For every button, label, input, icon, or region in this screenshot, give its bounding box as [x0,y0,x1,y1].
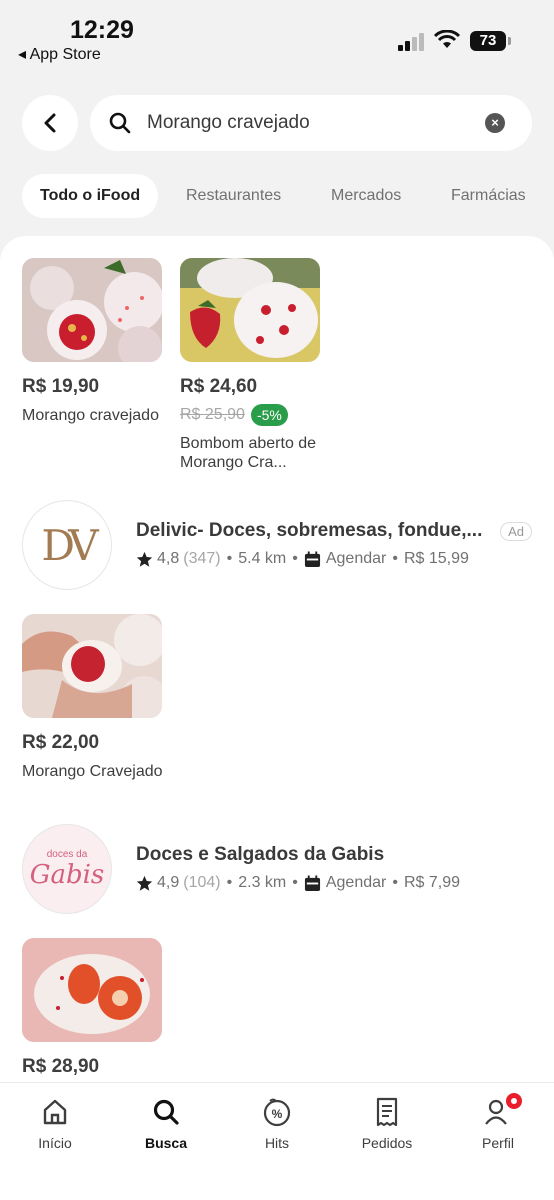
store-row[interactable]: DV Delivic- Doces, sobremesas, fondue,..… [22,500,532,590]
ad-badge: Ad [500,522,532,541]
product-card[interactable]: R$ 28,90 [22,938,162,1078]
nav-label: Busca [144,1135,188,1151]
store-delivery-fee: R$ 7,99 [403,874,460,891]
old-price: R$ 25,90 [180,406,245,423]
calendar-icon [304,874,320,891]
product-name: Morango cravejado [22,407,159,424]
product-price: R$ 24,60 [180,376,258,397]
tab-mercados[interactable]: Mercados [331,174,401,218]
product-image [22,938,162,1042]
store-rating: 4,9 [157,874,180,891]
search-query[interactable]: Morango cravejado [147,112,310,134]
product-name: Bombom aberto de Morango Cra... [180,435,317,471]
old-price-row: R$ 25,90 -5% [180,404,320,426]
nav-inicio[interactable]: Início [15,1095,95,1151]
product-price: R$ 28,90 [22,1056,100,1077]
store-name: Doces e Salgados da Gabis [136,844,385,865]
home-icon [43,1099,67,1125]
star-icon [136,875,153,891]
nav-label: Início [38,1135,72,1151]
product-name: Morango Cravejado [22,763,163,780]
store-row[interactable]: doces da Gabis Doces e Salgados da Gabis… [22,824,532,914]
product-card[interactable]: R$ 19,90 Morango cravejado [22,258,162,425]
battery-cap [508,37,511,45]
search-input[interactable]: Morango cravejado × [90,95,532,151]
percent-badge-icon: % [263,1098,291,1127]
product-price: R$ 22,00 [22,732,100,753]
star-icon [136,551,153,567]
receipt-icon [376,1097,398,1127]
store-meta: 4,9 (104) • 2.3 km • Agendar • R$ 7,99 [136,874,460,892]
product-image [22,614,162,718]
store-delivery-fee: R$ 15,99 [403,550,469,567]
tab-farmacias[interactable]: Farmácias [451,174,526,218]
chevron-left-icon [44,113,56,133]
nav-label: Pedidos [361,1135,413,1151]
nav-label: Perfil [482,1135,514,1151]
product-image [180,258,320,362]
battery-icon: 73 [470,31,506,51]
nav-hits[interactable]: % Hits [237,1095,317,1151]
notification-dot-center [511,1098,517,1104]
back-to-app-store-link[interactable]: ◂ App Store [18,44,101,64]
store-distance: 2.3 km [238,874,287,891]
nav-busca[interactable]: Busca [126,1095,206,1151]
store-distance: 5.4 km [238,550,287,567]
tab-restaurantes[interactable]: Restaurantes [186,174,281,218]
tab-todo-o-ifood[interactable]: Todo o iFood [22,174,159,218]
bottom-nav: Início Busca % Hits Pedidos Perfil [0,1082,554,1200]
cellular-signal-icon [398,33,426,51]
product-card[interactable]: R$ 24,60 R$ 25,90 -5% Bombom aberto de M… [180,258,320,472]
nav-label: Hits [264,1135,290,1151]
wifi-icon [434,30,460,48]
store-schedule: Agendar [325,550,387,567]
discount-badge: -5% [250,404,288,426]
status-time: 12:29 [70,16,134,44]
status-bar: 12:29 ◂ App Store 73 [0,0,554,70]
store-meta: 4,8 (347) • 5.4 km • Agendar • R$ 15,99 [136,550,469,568]
store-logo-small-text: doces da [46,848,88,860]
store-review-count: (104) [183,874,221,891]
store-logo: doces da Gabis [22,824,112,914]
nav-pedidos[interactable]: Pedidos [347,1095,427,1151]
category-tabs: Todo o iFood Restaurantes Mercados Farmá… [0,174,554,218]
store-rating: 4,8 [157,550,180,567]
product-price: R$ 19,90 [22,376,100,397]
nav-perfil[interactable]: Perfil [458,1091,538,1151]
store-logo-text: Gabis [29,859,105,890]
clear-search-icon[interactable]: × [485,113,505,133]
search-icon [109,112,131,134]
product-image [22,258,162,362]
store-name: Delivic- Doces, sobremesas, fondue,... [136,520,483,541]
search-icon [153,1099,179,1125]
back-button[interactable] [22,95,78,151]
product-card[interactable]: R$ 22,00 Morango Cravejado [22,614,163,781]
calendar-icon [304,550,320,567]
svg-text:%: % [272,1107,283,1121]
store-logo: DV [22,500,112,590]
store-schedule: Agendar [325,874,387,891]
store-review-count: (347) [183,550,221,567]
store-logo-text: DV [41,520,98,570]
results-list: R$ 19,90 Morango cravejado R$ 24,60 R$ 2… [0,236,554,1082]
